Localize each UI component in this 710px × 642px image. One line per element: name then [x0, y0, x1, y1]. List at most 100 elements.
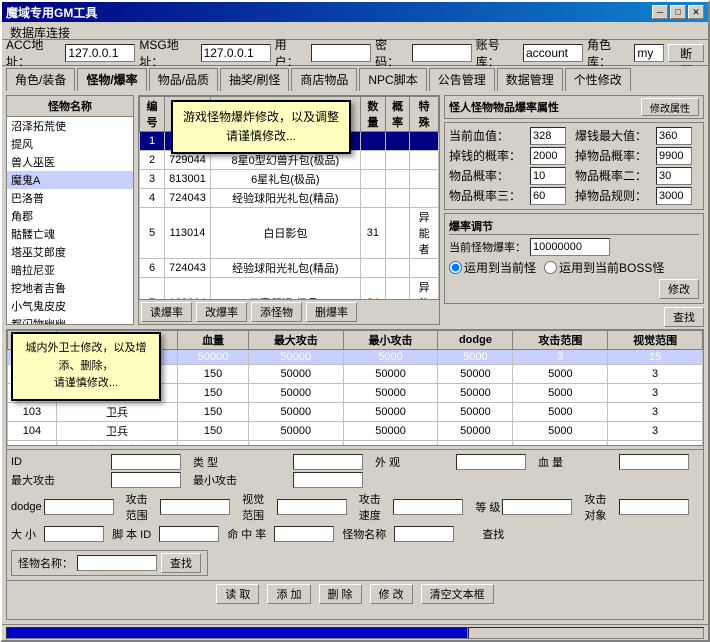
tab-personal[interactable]: 个性修改	[565, 68, 631, 91]
monster-name-label: 怪物名称	[342, 526, 386, 542]
tab-announcement[interactable]: 公告管理	[429, 68, 495, 91]
tab-monster[interactable]: 怪物/爆率	[77, 68, 146, 91]
modify-rate-button[interactable]: 改爆率	[196, 302, 247, 322]
max-atk-field[interactable]	[111, 472, 181, 488]
min-atk-field[interactable]	[293, 472, 363, 488]
min-atk-label: 最小攻击	[193, 472, 291, 488]
find-box: 怪物名称： 查找	[11, 550, 208, 576]
guard-table-row[interactable]: 104卫兵15050000500005000050003	[8, 422, 703, 441]
close-button[interactable]: ✕	[688, 5, 704, 19]
tab-npc[interactable]: NPC脚本	[359, 68, 426, 91]
list-item[interactable]: 暗拉尼亚	[7, 261, 133, 279]
hp-label2: 血 量	[538, 454, 617, 470]
monster-name-field[interactable]	[394, 526, 454, 542]
hp-input[interactable]	[530, 127, 566, 145]
pwd-input[interactable]	[412, 44, 472, 62]
msg-input[interactable]	[201, 44, 271, 62]
cell-qty	[360, 151, 385, 170]
type-field[interactable]	[293, 454, 363, 470]
read-button[interactable]: 读 取	[216, 584, 259, 604]
cell-rate	[385, 151, 409, 170]
atk-range-field[interactable]	[160, 499, 230, 515]
table-row[interactable]: 38130016星礼包(极品)	[140, 170, 439, 189]
size-field[interactable]	[44, 526, 104, 542]
list-item[interactable]: 沼泽拓荒使	[7, 117, 133, 135]
list-item[interactable]: 都闪物幽幽	[7, 315, 133, 324]
find-name-field[interactable]	[77, 555, 157, 571]
user-input[interactable]	[311, 44, 371, 62]
atk-target-field[interactable]	[619, 499, 689, 515]
hp-field[interactable]	[619, 454, 689, 470]
modify-button[interactable]: 修 改	[370, 584, 413, 604]
col-special: 特殊	[410, 97, 439, 132]
tab-role[interactable]: 角色/装备	[6, 68, 75, 91]
item-prop-input[interactable]	[530, 167, 566, 185]
list-item[interactable]: 小气鬼皮皮	[7, 297, 133, 315]
clear-button[interactable]: 清空文本框	[421, 584, 494, 604]
tab-shop[interactable]: 商店物品	[291, 68, 357, 91]
modify-props-button[interactable]: 修改属性	[641, 98, 699, 116]
radio-current-label[interactable]: 运用到当前怪	[449, 259, 536, 276]
atk-speed-label: 攻击速度	[359, 491, 392, 523]
list-item[interactable]: 兽人巫医	[7, 153, 133, 171]
radio-current[interactable]	[449, 261, 462, 274]
list-item[interactable]: 提风	[7, 135, 133, 153]
hp-label: 当前血值：	[449, 127, 528, 145]
vis-range-field[interactable]	[277, 499, 347, 515]
tab-lottery[interactable]: 抽奖/刷怪	[220, 68, 289, 91]
atk-speed-field[interactable]	[393, 499, 463, 515]
minimize-button[interactable]: ─	[652, 5, 668, 19]
size-label: 大 小	[11, 526, 36, 542]
role-input[interactable]	[634, 44, 664, 62]
delete-rate-button[interactable]: 删爆率	[306, 302, 357, 322]
window-controls: ─ □ ✕	[652, 5, 704, 19]
radio-boss-label[interactable]: 运用到当前BOSS怪	[544, 259, 664, 276]
cell-num: 1	[140, 132, 165, 151]
radio-boss[interactable]	[544, 261, 557, 274]
item-prop3-label: 物品概率三：	[449, 187, 528, 205]
script-field[interactable]	[159, 526, 219, 542]
table-row[interactable]: 5113014白日影包31异能者	[140, 208, 439, 259]
death-rate-field[interactable]	[274, 526, 334, 542]
add-monster-button[interactable]: 添怪物	[251, 302, 302, 322]
list-item[interactable]: 骷髅亡魂	[7, 225, 133, 243]
list-item-selected[interactable]: 魔鬼A	[7, 171, 133, 189]
monster-list: 沼泽拓荒使 提风 兽人巫医 魔鬼A 巴洛普 角郡 骷髅亡魂 塔巫艾郎度 暗拉尼亚…	[7, 117, 133, 324]
table-row[interactable]: 4724043经验球阳光礼包(精品)	[140, 189, 439, 208]
list-item[interactable]: 塔巫艾郎度	[7, 243, 133, 261]
level-field[interactable]	[502, 499, 572, 515]
item-prop2-input[interactable]	[656, 167, 692, 185]
find-btn[interactable]: 查找	[161, 553, 201, 573]
col-num: 编号	[140, 97, 165, 132]
acc-input[interactable]	[65, 44, 135, 62]
read-rate-button[interactable]: 读爆率	[141, 302, 192, 322]
list-item[interactable]: 角郡	[7, 207, 133, 225]
add-button[interactable]: 添 加	[267, 584, 310, 604]
db-input[interactable]	[523, 44, 583, 62]
connect-button[interactable]: 断开	[668, 44, 704, 62]
table-row[interactable]: 7123014元素印记(极品)34异能者	[140, 278, 439, 300]
main-window: 魔域专用GM工具 ─ □ ✕ 数据库连接 ACC地址： MSG地址： 用户： 密…	[0, 0, 710, 642]
drop-rule-input[interactable]	[656, 187, 692, 205]
table-row[interactable]: 6724043经验球阳光礼包(精品)	[140, 259, 439, 278]
drop-rate-input[interactable]	[530, 147, 566, 165]
tab-data[interactable]: 数据管理	[497, 68, 563, 91]
appearance-field[interactable]	[456, 454, 526, 470]
rate-modify-button[interactable]: 修改	[659, 279, 699, 299]
hp-max-input[interactable]	[656, 127, 692, 145]
col-qty: 数量	[360, 97, 385, 132]
current-rate-input[interactable]	[530, 238, 610, 256]
guard-table-row[interactable]: 103卫兵15050000500005000050003	[8, 403, 703, 422]
tab-item[interactable]: 物品/品质	[149, 68, 218, 91]
current-rate-label: 当前怪物爆率：	[449, 239, 526, 255]
find-button[interactable]: 查找	[664, 307, 704, 327]
list-item[interactable]: 巴洛普	[7, 189, 133, 207]
delete-button[interactable]: 删 除	[319, 584, 362, 604]
id-field[interactable]	[111, 454, 181, 470]
drop-item-input[interactable]	[656, 147, 692, 165]
maximize-button[interactable]: □	[670, 5, 686, 19]
find-name-label: 怪物名称：	[18, 555, 73, 571]
item-prop3-input[interactable]	[530, 187, 566, 205]
dodge-field[interactable]	[44, 499, 114, 515]
list-item[interactable]: 挖地者吉鲁	[7, 279, 133, 297]
